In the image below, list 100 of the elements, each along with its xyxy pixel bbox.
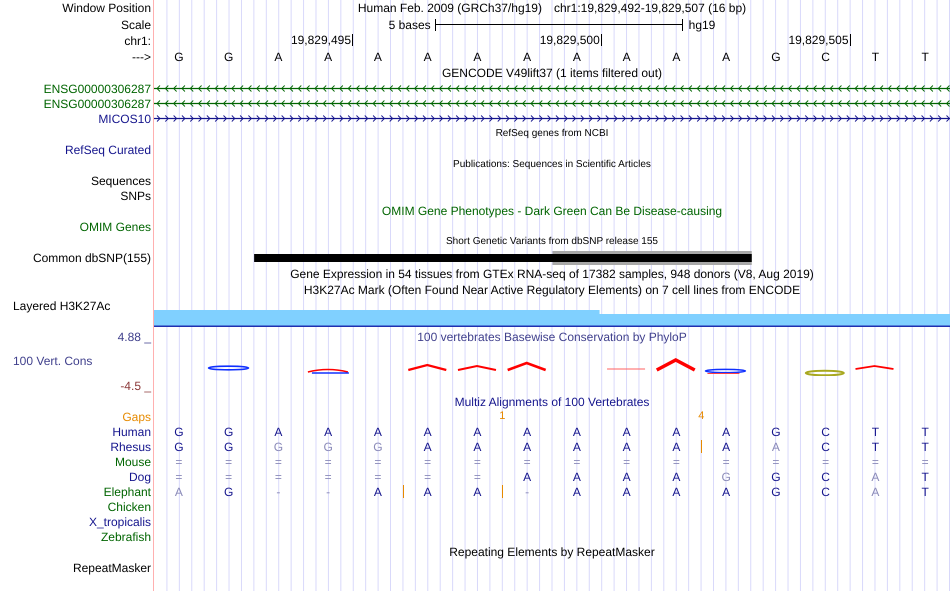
gap-count: 1 [499, 411, 506, 422]
alignment-base: G [771, 470, 781, 482]
alignment-base: = [274, 456, 282, 468]
alignment-base: T [921, 426, 929, 438]
base-letter: A [424, 51, 432, 63]
alignment-base: A [672, 470, 680, 482]
alignment-base: = [623, 456, 630, 468]
alignment-base: A [772, 440, 780, 452]
alignment-base: A [523, 426, 532, 438]
alignment-base: G [224, 426, 234, 438]
alignment-base: T [872, 426, 880, 438]
base-letter: A [523, 51, 532, 63]
track-label[interactable]: X_tropicalis [88, 516, 151, 528]
alignment-base: C [821, 440, 830, 452]
track-label: chr1: [124, 35, 151, 47]
position-range: chr1:19,829,492-19,829,507 (16 bp) [554, 2, 746, 14]
alignment-base: A [572, 470, 581, 482]
alignment-base: G [323, 440, 333, 452]
axis-min-label: -4.5 _ [120, 380, 151, 392]
track-label[interactable]: Zebrafish [100, 530, 151, 542]
alignment-base: A [473, 426, 482, 438]
track-label: Gaps [122, 411, 151, 423]
alignment-base: = [573, 456, 580, 468]
alignment-base: - [326, 486, 330, 498]
alignment-base: T [921, 440, 929, 452]
alignment-base: = [474, 456, 481, 468]
alignment-base: - [525, 486, 530, 498]
gene-label[interactable]: ENSG00000306287 [44, 98, 151, 110]
track-title: Short Genetic Variants from dbSNP release 155 [446, 237, 658, 247]
track-label[interactable]: RepeatMasker [72, 562, 151, 574]
position-label: 19,829,495 [290, 34, 351, 46]
base-letter: A [374, 51, 382, 63]
alignment-base: A [424, 426, 432, 438]
alignment-base: A [622, 470, 631, 482]
position-label: 19,829,500 [540, 34, 600, 46]
gene-label[interactable]: ENSG00000306287 [44, 82, 151, 94]
alignment-base: = [175, 456, 182, 468]
alignment-base: A [622, 426, 631, 438]
species-label[interactable]: Dog [128, 470, 151, 482]
track-label: Scale [120, 18, 151, 30]
track-label[interactable]: Sequences [90, 174, 151, 186]
alignment-base: A [871, 486, 880, 498]
gap-count: 4 [698, 411, 704, 422]
base-letter: A [572, 51, 581, 63]
gene-label[interactable]: MICOS10 [98, 112, 151, 124]
track-label[interactable]: Common dbSNP(155) [32, 252, 151, 264]
alignment-base: = [424, 470, 432, 482]
alignment-base: A [672, 440, 680, 452]
track-label[interactable]: Chicken [108, 500, 151, 512]
axis-max-label: 4.88 _ [118, 331, 151, 343]
base-letter: A [722, 51, 730, 63]
track-label: Window Position [62, 2, 151, 14]
track-label[interactable]: OMIM Genes [80, 220, 151, 232]
alignment-base: = [274, 470, 282, 482]
alignment-base: A [722, 486, 730, 498]
alignment-base: A [722, 440, 730, 452]
base-letter: C [821, 51, 830, 63]
base-letter: A [622, 51, 631, 63]
alignment-base: C [821, 470, 830, 482]
track-label[interactable]: Layered H3K27Ac [13, 300, 110, 312]
alignment-base: A [672, 486, 680, 498]
base-letter: A [473, 51, 482, 63]
ruler-tick [600, 34, 602, 46]
alignment-base: T [921, 470, 929, 482]
species-label[interactable]: Elephant [104, 486, 151, 498]
track-title: GENCODE V49lift37 (1 items filtered out) [442, 67, 662, 79]
track-label[interactable]: 100 Vert. Cons [13, 355, 92, 367]
alignment-base: = [872, 456, 879, 468]
alignment-base: = [225, 470, 232, 482]
alignment-base: A [572, 426, 581, 438]
alignment-base: = [374, 456, 382, 468]
alignment-base: = [772, 456, 780, 468]
alignment-base: G [721, 470, 731, 482]
alignment-base: G [174, 426, 184, 438]
alignment-base: = [374, 470, 382, 482]
track-title: Repeating Elements by RepeatMasker [449, 546, 655, 558]
track-title: 100 vertebrates Basewise Conservation by PhyloP [417, 331, 687, 343]
assembly-name: Human Feb. 2009 (GRCh37/hg19) [358, 2, 542, 14]
alignment-base: A [672, 426, 680, 438]
scale-length: 5 bases [388, 18, 431, 30]
alignment-base: G [771, 486, 781, 498]
track-label[interactable]: RefSeq Curated [64, 144, 151, 156]
alignment-base: G [224, 440, 234, 452]
species-label[interactable]: Rhesus [110, 440, 151, 452]
alignment-base: A [622, 486, 631, 498]
alignment-base: = [225, 456, 232, 468]
alignment-base: A [324, 426, 332, 438]
track-label[interactable]: SNPs [120, 190, 151, 202]
species-label[interactable]: Human [112, 426, 151, 438]
alignment-base: T [921, 486, 929, 498]
alignment-base: G [174, 440, 184, 452]
species-label[interactable]: Mouse [114, 456, 151, 468]
alignment-base: = [324, 470, 332, 482]
alignment-base: A [871, 470, 880, 482]
variant-bar-drawing[interactable] [254, 251, 752, 265]
base-letter: A [672, 51, 680, 63]
alignment-base: T [872, 440, 880, 452]
alignment-base: G [274, 440, 284, 452]
base-letter: G [224, 51, 234, 63]
track-title: RefSeq genes from NCBI [496, 129, 608, 139]
